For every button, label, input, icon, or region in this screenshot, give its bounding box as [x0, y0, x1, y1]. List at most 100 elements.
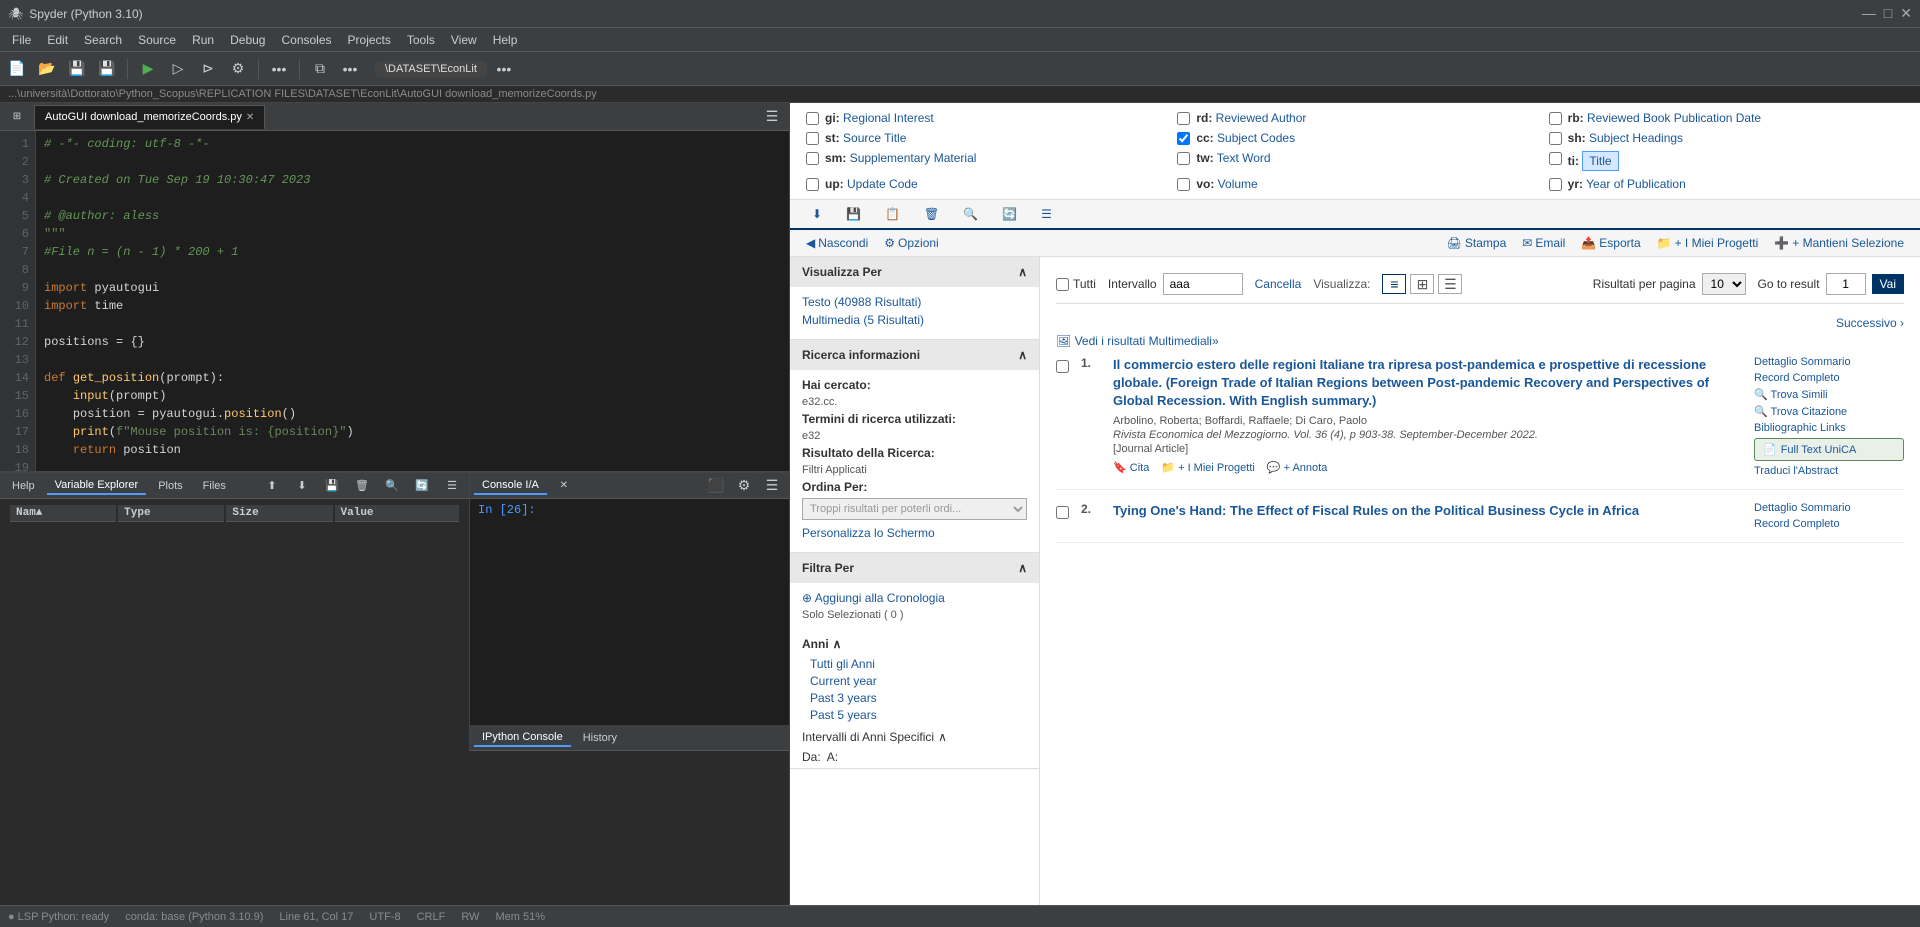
cancella-btn[interactable]: Cancella	[1255, 277, 1302, 291]
ipython-tab[interactable]: IPython Console	[474, 729, 571, 747]
view-detail-btn[interactable]: ☰	[1438, 274, 1462, 294]
result-1-title[interactable]: Il commercio estero delle regioni Italia…	[1113, 356, 1742, 411]
past-5-years-link[interactable]: Past 5 years	[810, 708, 1027, 722]
save-btn[interactable]: 💾	[64, 56, 90, 82]
filtra-per-header[interactable]: Filtra Per ∧	[790, 553, 1039, 583]
maximize-btn[interactable]: □	[1884, 5, 1892, 22]
tutti-anni-link[interactable]: Tutti gli Anni	[810, 657, 1027, 671]
console-menu-btn[interactable]: ☰	[759, 473, 785, 499]
save-db-btn[interactable]: 💾	[840, 204, 867, 224]
console-restart-btn[interactable]: ⚙	[731, 473, 757, 499]
open-file-btn[interactable]: 📂	[34, 56, 60, 82]
more2-btn[interactable]: •••	[337, 56, 363, 82]
goto-input[interactable]	[1826, 273, 1866, 295]
view-grid-btn[interactable]: ⊞	[1410, 274, 1434, 294]
checkbox-st-input[interactable]	[806, 132, 819, 145]
history-tab[interactable]: History	[575, 730, 625, 746]
menu-help[interactable]: Help	[485, 31, 526, 49]
toolbar-extra[interactable]: •••	[491, 56, 517, 82]
checkbox-ti-input[interactable]	[1549, 152, 1562, 165]
result-1-record[interactable]: Record Completo	[1754, 372, 1904, 384]
intervalli-header[interactable]: Intervalli di Anni Specifici ∧	[802, 730, 1027, 744]
link-sh[interactable]: Subject Headings	[1589, 131, 1683, 145]
help-tab[interactable]: Help	[4, 478, 43, 494]
menu-source[interactable]: Source	[130, 31, 184, 49]
run-cell-btn[interactable]: ▷	[165, 56, 191, 82]
result-1-dettaglio[interactable]: Dettaglio Sommario	[1754, 356, 1904, 368]
link-rd[interactable]: Reviewed Author	[1216, 111, 1307, 125]
interval-input[interactable]	[1163, 273, 1243, 295]
checkbox-up-input[interactable]	[806, 178, 819, 191]
miei-progetti-btn[interactable]: 📁 + I Miei Progetti	[1657, 236, 1759, 250]
link-st[interactable]: Source Title	[843, 131, 906, 145]
anni-header[interactable]: Anni ∧	[802, 637, 1027, 651]
run-selection-btn[interactable]: ⊳	[195, 56, 221, 82]
menu-consoles[interactable]: Consoles	[273, 31, 339, 49]
result-1-cita[interactable]: 🔖 Cita	[1113, 461, 1149, 474]
menu-debug[interactable]: Debug	[222, 31, 273, 49]
checkbox-yr-input[interactable]	[1549, 178, 1562, 191]
editor-tab-close[interactable]: ✕	[246, 112, 254, 123]
checkbox-sm-input[interactable]	[806, 152, 819, 165]
var-menu-btn[interactable]: ☰	[439, 473, 465, 499]
result-1-traduci[interactable]: Traduci l'Abstract	[1754, 465, 1904, 477]
console-content[interactable]: In [26]:	[470, 499, 789, 725]
var-delete-btn[interactable]: 🗑	[349, 473, 375, 499]
editor-options-btn[interactable]: ☰	[759, 104, 785, 130]
editor-nav-left[interactable]: ⊞	[4, 104, 30, 130]
link-vo[interactable]: Volume	[1218, 177, 1258, 191]
editor-tab-main[interactable]: AutoGUI download_memorizeCoords.py ✕	[34, 105, 265, 129]
search-db-btn[interactable]: 🔍	[957, 204, 984, 224]
var-save-btn[interactable]: 💾	[319, 473, 345, 499]
opzioni-btn[interactable]: ⚙ Opzioni	[884, 236, 938, 250]
more-btn[interactable]: •••	[266, 56, 292, 82]
console-close-btn[interactable]: ✕	[551, 473, 577, 499]
email-btn[interactable]: ✉ Email	[1522, 236, 1565, 250]
multimedia-link-filter[interactable]: Multimedia (5 Risultati)	[802, 313, 1027, 327]
console-interrupt-btn[interactable]: ⬛	[703, 473, 729, 499]
link-yr[interactable]: Year of Publication	[1586, 177, 1686, 191]
window-controls[interactable]: — □ ✕	[1862, 5, 1912, 22]
testo-link[interactable]: Testo (40988 Risultati)	[802, 295, 1027, 309]
result-2-title[interactable]: Tying One's Hand: The Effect of Fiscal R…	[1113, 502, 1742, 520]
checkbox-vo-input[interactable]	[1177, 178, 1190, 191]
menu-search[interactable]: Search	[76, 31, 130, 49]
link-gi[interactable]: Regional Interest	[843, 111, 934, 125]
var-export-btn[interactable]: ⬇	[289, 473, 315, 499]
result-2-dettaglio[interactable]: Dettaglio Sommario	[1754, 502, 1904, 514]
menu-run[interactable]: Run	[184, 31, 222, 49]
personalizza-link[interactable]: Personalizza lo Schermo	[802, 526, 1027, 540]
debug-btn[interactable]: ⚙	[225, 56, 251, 82]
menu-projects[interactable]: Projects	[340, 31, 399, 49]
result-2-record[interactable]: Record Completo	[1754, 518, 1904, 530]
minimize-btn[interactable]: —	[1862, 5, 1876, 22]
download-btn[interactable]: ⬇	[806, 204, 828, 224]
stampa-btn[interactable]: 🖨 Stampa	[1447, 236, 1507, 250]
visualizza-per-header[interactable]: Visualizza Per ∧	[790, 257, 1039, 287]
panel-btn[interactable]: ⧉	[307, 56, 333, 82]
vai-btn[interactable]: Vai	[1872, 274, 1904, 294]
per-pagina-select[interactable]: 10	[1702, 273, 1746, 295]
menu-db-btn[interactable]: ☰	[1035, 204, 1058, 224]
plots-tab[interactable]: Plots	[150, 478, 190, 494]
mantieni-selezione-btn[interactable]: ➕ + Mantieni Selezione	[1774, 236, 1904, 250]
var-refresh-btn[interactable]: 🔄	[409, 473, 435, 499]
console-tab[interactable]: Console I/A	[474, 477, 547, 495]
view-list-btn[interactable]: ≡	[1382, 274, 1406, 294]
result-1-miei-progetti[interactable]: 📁 + I Miei Progetti	[1161, 461, 1255, 474]
var-import-btn[interactable]: ⬆	[259, 473, 285, 499]
menu-view[interactable]: View	[443, 31, 485, 49]
result-1-citazione[interactable]: 🔍 Trova Citazione	[1754, 405, 1904, 418]
link-tw[interactable]: Text Word	[1217, 151, 1271, 165]
esporta-btn[interactable]: 📤 Esporta	[1581, 236, 1640, 250]
result-1-fulltext[interactable]: 📄 Full Text UniCA	[1754, 438, 1904, 461]
tutti-checkbox-input[interactable]	[1056, 278, 1069, 291]
checkbox-cc-input[interactable]	[1177, 132, 1190, 145]
refresh-db-btn[interactable]: 🔄	[996, 204, 1023, 224]
col-type[interactable]: Type	[118, 505, 224, 522]
checkbox-tw-input[interactable]	[1177, 152, 1190, 165]
result-2-checkbox[interactable]	[1056, 506, 1069, 519]
code-editor[interactable]: 12345 678910 1112131415 1617181920 21222…	[0, 131, 789, 471]
delete-db-btn[interactable]: 🗑	[918, 204, 945, 224]
ordina-select[interactable]: Troppi risultati per poterli ordi...	[802, 498, 1027, 520]
